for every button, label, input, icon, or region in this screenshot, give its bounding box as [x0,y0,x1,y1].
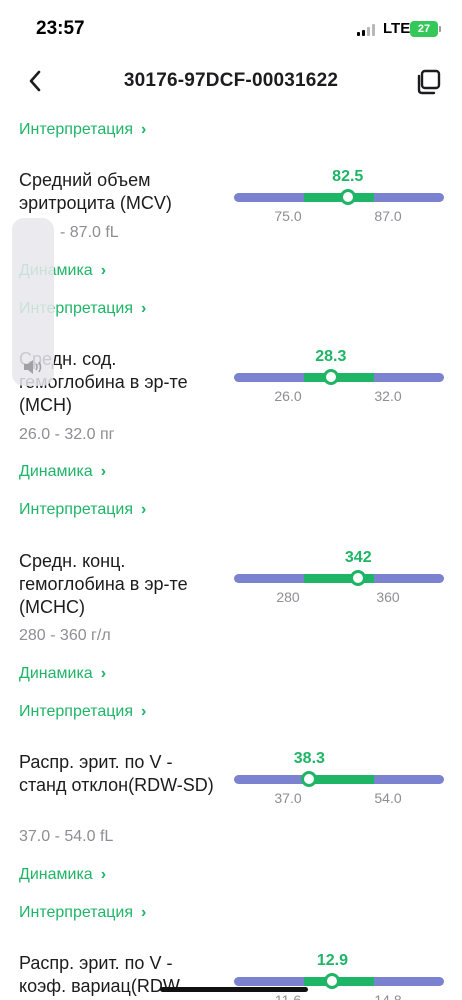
gauge-low-label: 26.0 [274,388,302,404]
gauge-marker [324,973,341,989]
interpretation-link[interactable]: Интерпретация › [19,703,146,721]
param-range-mch: 26.0 - 32.0 пг [19,426,115,443]
gauge-mch: 28.3 26.0 32.0 [234,348,444,408]
interpretation-link[interactable]: Интерпретация › [19,904,146,922]
network-label: LTE [383,20,411,37]
interpretation-label: Интерпретация [19,121,134,138]
gauge-high-label: 32.0 [374,388,402,404]
gauge-marker [339,189,356,205]
interpretation-label: Интерпретация [19,501,134,518]
param-name-rdw-sd: Распр. эрит. по V - станд отклон(RDW-SD) [19,752,214,795]
gauge-high-label: 54.0 [374,790,402,806]
interpretation-link[interactable]: Интерпретация › [19,501,146,519]
gauge-marker [322,369,339,385]
chevron-right-icon: › [141,501,147,518]
param-name-mchc: Средн. конц. гемоглобина в эр-те (MCHC) [19,551,188,617]
gauge-value: 28.3 [315,348,347,365]
gauge-low-label: 11.6 [274,992,302,1000]
dynamics-link[interactable]: Динамика › [19,665,106,683]
gauge-marker [301,771,318,787]
gauge-high-label: 14.8 [374,992,402,1000]
chevron-right-icon: › [141,121,147,138]
copy-button[interactable] [412,66,444,98]
gauge-low-label: 280 [276,589,300,605]
dynamics-link[interactable]: Динамика › [19,463,106,481]
gauge-mchc: 342 280 360 [234,549,444,609]
gauge-rdw-sd: 38.3 37.0 54.0 [234,750,444,810]
chevron-right-icon: › [100,262,107,279]
gauge-value: 12.9 [316,952,349,969]
interpretation-label: Интерпретация [19,703,134,720]
param-range-rdw-sd: 37.0 - 54.0 fL [19,828,114,845]
home-indicator [160,987,308,992]
gauge-mcv: 82.5 75.0 87.0 [234,168,444,228]
chevron-right-icon: › [141,300,147,317]
status-bar: 23:57 LTE 27 [0,0,462,52]
status-time: 23:57 [36,18,85,39]
speaker-icon [24,360,42,374]
gauge-value: 38.3 [293,750,325,767]
gauge-rdw-cv: 12.9 11.6 14.8 [234,952,444,1000]
gauge-value: 342 [344,549,372,566]
interpretation-link[interactable]: Интерпретация › [19,121,146,139]
gauge-normal-range [304,373,374,382]
dynamics-label: Динамика [19,463,93,480]
param-range-mcv: - 87.0 fL [60,224,119,241]
signal-icon [357,24,375,36]
page-title: 30176-97DCF-00031622 [123,70,339,91]
chevron-right-icon: › [141,703,147,720]
dynamics-label: Динамика [19,665,93,682]
battery-icon: 27 [410,21,441,37]
gauge-marker [350,570,367,586]
chevron-right-icon: › [100,866,107,883]
param-name-mcv: Средний объем эритроцита (MCV) [19,170,172,213]
gauge-value: 82.5 [332,168,364,185]
gauge-low-label: 75.0 [274,208,302,224]
chevron-right-icon: › [100,463,107,480]
gauge-normal-range [304,193,374,202]
gauge-low-label: 37.0 [274,790,302,806]
chevron-left-icon [29,70,41,92]
volume-hud [12,218,54,386]
param-range-mchc: 280 - 360 г/л [19,627,111,644]
chevron-right-icon: › [100,665,107,682]
copy-icon [417,69,441,95]
dynamics-link[interactable]: Динамика › [19,866,106,884]
interpretation-label: Интерпретация [19,904,134,921]
back-button[interactable] [20,66,50,96]
header: 30176-97DCF-00031622 [0,52,462,110]
dynamics-label: Динамика [19,866,93,883]
gauge-high-label: 87.0 [374,208,402,224]
chevron-right-icon: › [141,904,147,921]
gauge-high-label: 360 [376,589,400,605]
